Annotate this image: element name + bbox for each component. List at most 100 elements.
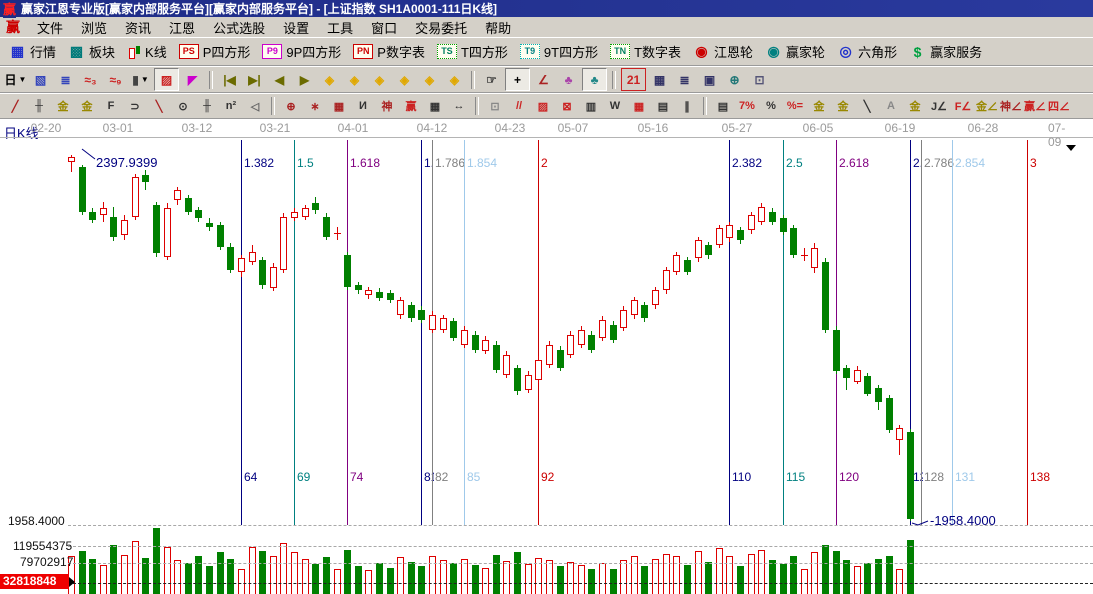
t-digit-table-button[interactable]: TNT数字表 — [604, 40, 687, 63]
info-panel-button[interactable]: ≣ — [54, 69, 77, 90]
9t-square-button[interactable]: T99T四方形 — [514, 40, 604, 63]
menu-gann[interactable]: 江恩 — [160, 20, 204, 37]
grid-box2-tool[interactable]: ▦ — [423, 96, 447, 116]
diamond-scroll-left-button[interactable]: ◈ — [318, 69, 341, 90]
notepad-button[interactable]: ≣ — [673, 69, 696, 90]
gann-line-1.382 — [241, 140, 242, 525]
calculator-button[interactable]: ▦ — [648, 69, 671, 90]
save-button[interactable]: ▣ — [698, 69, 721, 90]
angle-tool-button[interactable]: ∠ — [532, 69, 555, 90]
hatch-tool[interactable]: ▥ — [579, 96, 603, 116]
p-digit-table-button[interactable]: PNP数字表 — [347, 40, 431, 63]
menu-help[interactable]: 帮助 — [476, 20, 520, 37]
knife-tool[interactable]: ╲ — [147, 96, 171, 116]
menu-trade[interactable]: 交易委托 — [406, 20, 476, 37]
wave-3-button[interactable]: ≈₃ — [79, 69, 102, 90]
gann-flower-teal-button[interactable]: ♣ — [582, 68, 607, 91]
calendar-button[interactable]: 21 — [621, 68, 646, 91]
world-clock-button[interactable]: ⊕ — [723, 69, 746, 90]
period-day-combo[interactable]: 日▼ — [4, 69, 27, 90]
remote-service-button[interactable]: ⊡ — [748, 69, 771, 90]
sectors-button[interactable]: ▩板块 — [62, 40, 121, 63]
volume-bar — [557, 566, 564, 594]
grid-ticks-tool[interactable]: ╫ — [27, 96, 51, 116]
seek-last-button[interactable]: ▶| — [243, 69, 266, 90]
candle-style-combo[interactable]: ▮▼ — [129, 69, 152, 90]
diamond-scroll-right-button[interactable]: ◈ — [343, 69, 366, 90]
hand-tool-button[interactable]: ☞ — [480, 69, 503, 90]
spiral-tool[interactable]: ⊃ — [123, 96, 147, 116]
ying-grid-tool[interactable]: 赢 — [399, 96, 423, 116]
next-bar-button[interactable]: ▶ — [293, 69, 316, 90]
ying-angle-tool[interactable]: 赢∠ — [1023, 96, 1047, 116]
shen-grid-tool[interactable]: 神 — [375, 96, 399, 116]
menu-settings[interactable]: 设置 — [274, 20, 318, 37]
grid-box-tool[interactable]: ▦ — [327, 96, 351, 116]
grid-red-tool[interactable]: ▦ — [627, 96, 651, 116]
gold-circle-tool[interactable]: 金 — [807, 96, 831, 116]
gold-lines-tool[interactable]: 金 — [831, 96, 855, 116]
box-x-tool[interactable]: ⊠ — [555, 96, 579, 116]
square-frame-tool[interactable]: ⊡ — [483, 96, 507, 116]
winner-wheel-button[interactable]: ◉赢家轮 — [759, 40, 831, 63]
gold-angle-tool[interactable]: 金 — [903, 96, 927, 116]
n-squared-tool[interactable]: n² — [219, 96, 243, 116]
j-angle-tool[interactable]: J∠ — [927, 96, 951, 116]
gann-count-tool[interactable]: И — [351, 96, 375, 116]
diamond-expand-v-button[interactable]: ◈ — [418, 69, 441, 90]
a-wave-tool[interactable]: A — [879, 96, 903, 116]
hexagon-button[interactable]: ◎六角形 — [831, 40, 903, 63]
wave-9-button[interactable]: ≈₉ — [104, 69, 127, 90]
cycle-clock-tool[interactable]: ⊙ — [171, 96, 195, 116]
shaded-grid-tool[interactable]: ▨ — [531, 96, 555, 116]
grid-dark-tool[interactable]: ▤ — [651, 96, 675, 116]
pct-tool[interactable]: % — [759, 96, 783, 116]
pattern-red-button[interactable]: ▨ — [154, 68, 179, 91]
kline-button[interactable]: K线 — [121, 40, 173, 63]
tick-ruler-tool[interactable]: ╫ — [195, 96, 219, 116]
seek-first-button[interactable]: |◀ — [218, 69, 241, 90]
draw-line-tool[interactable]: ╱ — [3, 96, 27, 116]
crosshair-tool-button[interactable]: + — [505, 68, 530, 91]
gann-wheel-button[interactable]: ◉江恩轮 — [687, 40, 759, 63]
gold-angle2-tool[interactable]: 金∠ — [975, 96, 999, 116]
candle-up — [174, 190, 181, 200]
kline-chart-area[interactable]: 日K线 02-2003-0103-1203-2104-0104-1204-230… — [0, 119, 1093, 594]
starburst-tool[interactable]: ∗ — [303, 96, 327, 116]
gold-grid-tool-1[interactable]: 金 — [51, 96, 75, 116]
gold-grid-tool-2[interactable]: 金 — [75, 96, 99, 116]
9p-square-button[interactable]: P99P四方形 — [256, 40, 347, 63]
wave-w-tool[interactable]: W — [603, 96, 627, 116]
menu-file[interactable]: 文件 — [28, 20, 72, 37]
prev-bar-button[interactable]: ◀ — [268, 69, 291, 90]
f-grid-tool[interactable]: F — [99, 96, 123, 116]
menu-browse[interactable]: 浏览 — [72, 20, 116, 37]
shen-angle-tool[interactable]: 神∠ — [999, 96, 1023, 116]
parallel-lines-tool[interactable]: ∥ — [675, 96, 699, 116]
crosshair-circle-tool[interactable]: ⊕ — [279, 96, 303, 116]
pattern-window-button[interactable]: ▧ — [29, 69, 52, 90]
seven-pct-tool[interactable]: 7% — [735, 96, 759, 116]
t-square-button[interactable]: TST四方形 — [431, 40, 514, 63]
winner-service-button[interactable]: $赢家服务 — [903, 40, 988, 63]
flag-icon[interactable]: ◤ — [181, 69, 204, 90]
pencil-tool[interactable]: ╲ — [855, 96, 879, 116]
chart-dropdown-icon[interactable] — [1066, 145, 1076, 151]
diamond-expand-all-button[interactable]: ◈ — [443, 69, 466, 90]
diamond-compress-button[interactable]: ◈ — [393, 69, 416, 90]
menu-formula-stockpick[interactable]: 公式选股 — [204, 20, 274, 37]
fan-lines-tool[interactable]: // — [507, 96, 531, 116]
menu-tools[interactable]: 工具 — [318, 20, 362, 37]
width-arrows-tool[interactable]: ↔ — [447, 96, 471, 116]
angle-a-tool[interactable]: ◁ — [243, 96, 267, 116]
pct-line-tool[interactable]: %= — [783, 96, 807, 116]
diamond-expand-h-button[interactable]: ◈ — [368, 69, 391, 90]
four-angle-tool[interactable]: 四∠ — [1047, 96, 1071, 116]
menu-news[interactable]: 资讯 — [116, 20, 160, 37]
gann-flower-purple-button[interactable]: ♣ — [557, 69, 580, 90]
quotes-button[interactable]: ▦行情 — [3, 40, 62, 63]
p-square-button[interactable]: PSP四方形 — [173, 40, 257, 63]
f-angle-tool[interactable]: F∠ — [951, 96, 975, 116]
bars-tool[interactable]: ▤ — [711, 96, 735, 116]
menu-window[interactable]: 窗口 — [362, 20, 406, 37]
